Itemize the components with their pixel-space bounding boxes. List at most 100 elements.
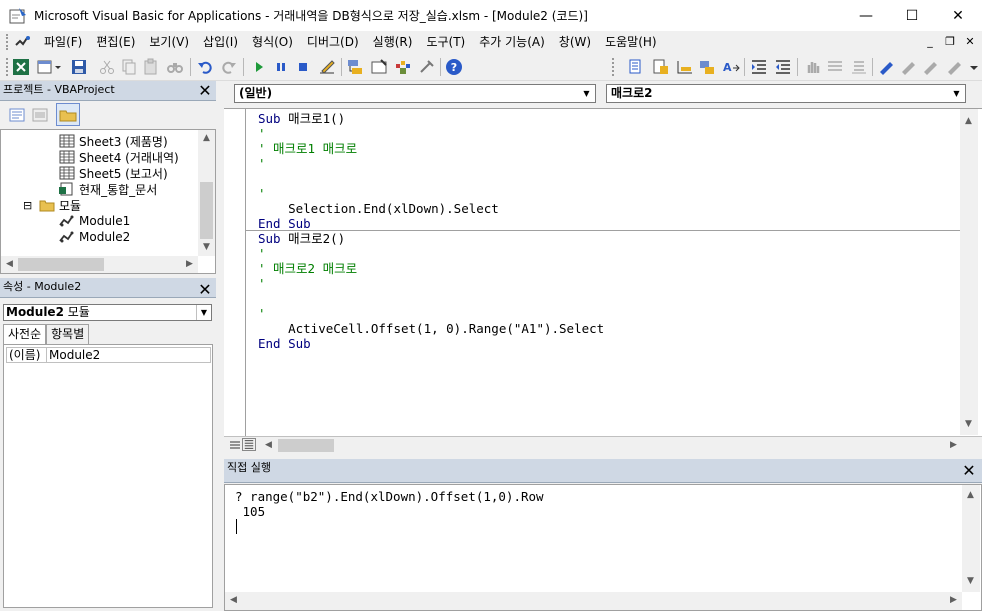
scroll-left-button[interactable]: ◀ <box>260 437 277 454</box>
menu-help[interactable]: 도움말(H) <box>599 31 665 53</box>
previous-bookmark-icon[interactable] <box>922 58 940 76</box>
help-icon[interactable]: ? <box>445 58 463 76</box>
scroll-down-button[interactable]: ▼ <box>962 573 979 590</box>
object-combo[interactable]: (일반) ▼ <box>234 84 596 103</box>
code-line[interactable]: ' 매크로2 매크로 <box>258 261 357 276</box>
uncomment-block-icon[interactable] <box>850 58 868 76</box>
menu-debug[interactable]: 디버그(D) <box>301 31 367 53</box>
tree-item-sheet5[interactable]: Sheet5 (보고서) <box>59 165 168 181</box>
tree-item-sheet3[interactable]: Sheet3 (제품명) <box>59 133 168 149</box>
view-object-icon[interactable] <box>31 106 49 124</box>
properties-close-button[interactable]: ✕ <box>196 281 214 299</box>
immediate-editor[interactable]: ? range("b2").End(xlDown).Offset(1,0).Ro… <box>224 484 982 611</box>
menu-addins[interactable]: 추가 기능(A) <box>473 31 553 53</box>
menu-run[interactable]: 실행(R) <box>367 31 421 53</box>
scroll-thumb[interactable] <box>278 439 334 452</box>
scroll-right-button[interactable]: ▶ <box>181 256 198 273</box>
scroll-left-button[interactable]: ◀ <box>225 592 242 609</box>
chevron-down-icon[interactable] <box>54 58 62 76</box>
cut-icon[interactable] <box>98 58 116 76</box>
scroll-down-button[interactable]: ▼ <box>198 239 215 256</box>
mdi-close-button[interactable]: ✕ <box>962 34 978 50</box>
code-line[interactable]: End Sub <box>258 336 311 351</box>
code-line[interactable]: ' 매크로1 매크로 <box>258 141 357 156</box>
outdent-icon[interactable] <box>774 58 792 76</box>
tree-item-module2[interactable]: Module2 <box>59 229 130 245</box>
immediate-line[interactable]: ? range("b2").End(xlDown).Offset(1,0).Ro… <box>235 489 544 504</box>
immediate-line[interactable]: 105 <box>235 504 544 519</box>
properties-icon[interactable] <box>370 58 388 76</box>
indent-icon[interactable] <box>750 58 768 76</box>
property-value[interactable]: Module2 <box>47 348 100 362</box>
full-module-view-icon[interactable] <box>242 438 256 451</box>
menu-view[interactable]: 보기(V) <box>143 31 197 53</box>
vba-document-icon[interactable] <box>14 33 32 51</box>
design-mode-icon[interactable] <box>318 58 336 76</box>
code-line[interactable]: Selection.End(xlDown).Select <box>258 201 499 216</box>
code-line[interactable]: ' <box>258 156 266 171</box>
tree-item-workbook[interactable]: 현재_통합_문서 <box>59 181 157 197</box>
tree-item-module1[interactable]: Module1 <box>59 213 130 229</box>
scroll-right-button[interactable]: ▶ <box>945 437 962 454</box>
save-icon[interactable] <box>70 58 88 76</box>
undo-icon[interactable] <box>196 58 214 76</box>
code-line[interactable]: Sub 매크로2() <box>258 231 345 246</box>
scroll-left-button[interactable]: ◀ <box>1 256 18 273</box>
toggle-folders-button[interactable] <box>56 103 80 126</box>
menu-edit[interactable]: 편집(E) <box>90 31 143 53</box>
scroll-up-button[interactable]: ▲ <box>198 130 215 147</box>
mdi-restore-button[interactable]: ❐ <box>942 34 958 50</box>
mdi-minimize-button[interactable]: _ <box>922 34 938 50</box>
list-properties-icon[interactable] <box>628 58 646 76</box>
scroll-thumb[interactable] <box>18 258 104 271</box>
scroll-down-button[interactable]: ▼ <box>960 416 977 433</box>
toolbox-icon[interactable] <box>418 58 436 76</box>
tree-item-sheet4[interactable]: Sheet4 (거래내역) <box>59 149 179 165</box>
toolbar-grip[interactable] <box>6 58 8 76</box>
menu-format[interactable]: 형식(O) <box>246 31 301 53</box>
immediate-close-button[interactable]: ✕ <box>960 462 978 480</box>
code-line[interactable]: ' <box>258 306 266 321</box>
clear-bookmarks-icon[interactable] <box>946 58 964 76</box>
tree-item-modules-folder[interactable]: ⊟ 모듈 <box>23 197 81 213</box>
immediate-vscrollbar[interactable]: ▲ ▼ <box>962 485 980 592</box>
code-editor[interactable]: Sub 매크로1() ' ' 매크로1 매크로 ' ' Selection.En… <box>224 108 982 437</box>
project-tree-hscrollbar[interactable]: ◀ ▶ <box>1 256 198 273</box>
code-line[interactable]: End Sub <box>258 216 311 231</box>
quick-info-icon[interactable] <box>676 58 694 76</box>
toolbar-overflow-icon[interactable] <box>968 58 980 76</box>
chevron-down-icon[interactable]: ▼ <box>579 86 594 101</box>
maximize-button[interactable]: ☐ <box>889 0 935 31</box>
toolbar-grip[interactable] <box>612 58 618 76</box>
menu-insert[interactable]: 삽입(I) <box>197 31 246 53</box>
chevron-down-icon[interactable]: ▼ <box>196 305 211 320</box>
scroll-track[interactable] <box>243 594 943 607</box>
menu-file[interactable]: 파일(F) <box>38 31 90 53</box>
comment-block-icon[interactable] <box>826 58 844 76</box>
parameter-info-icon[interactable] <box>698 58 716 76</box>
copy-icon[interactable] <box>120 58 138 76</box>
immediate-lines[interactable]: ? range("b2").End(xlDown).Offset(1,0).Ro… <box>235 489 544 519</box>
break-icon[interactable] <box>272 58 290 76</box>
object-select[interactable]: Module2 모듈 ▼ <box>3 304 212 321</box>
code-line[interactable]: ' <box>258 126 266 141</box>
immediate-hscrollbar[interactable]: ◀ ▶ <box>225 592 962 610</box>
scroll-up-button[interactable]: ▲ <box>960 113 977 130</box>
tab-categorized[interactable]: 항목별 <box>46 324 90 344</box>
scroll-thumb[interactable] <box>200 182 213 239</box>
insert-module-icon[interactable] <box>36 58 54 76</box>
reset-icon[interactable] <box>294 58 312 76</box>
find-icon[interactable] <box>166 58 184 76</box>
paste-icon[interactable] <box>142 58 160 76</box>
tab-alphabetic[interactable]: 사전순 <box>3 324 47 344</box>
project-tree-vscrollbar[interactable]: ▲ ▼ <box>198 130 215 256</box>
menu-window[interactable]: 창(W) <box>553 31 599 53</box>
scroll-right-button[interactable]: ▶ <box>945 592 962 609</box>
code-line[interactable]: ActiveCell.Offset(1, 0).Range("A1").Sele… <box>258 321 604 336</box>
margin-indicator-bar[interactable] <box>224 109 246 437</box>
code-vscrollbar[interactable]: ▲ ▼ <box>960 109 978 435</box>
toggle-breakpoint-icon[interactable] <box>804 58 822 76</box>
chevron-down-icon[interactable]: ▼ <box>949 86 964 101</box>
code-line[interactable]: ' <box>258 186 266 201</box>
procedure-combo[interactable]: 매크로2 ▼ <box>606 84 966 103</box>
